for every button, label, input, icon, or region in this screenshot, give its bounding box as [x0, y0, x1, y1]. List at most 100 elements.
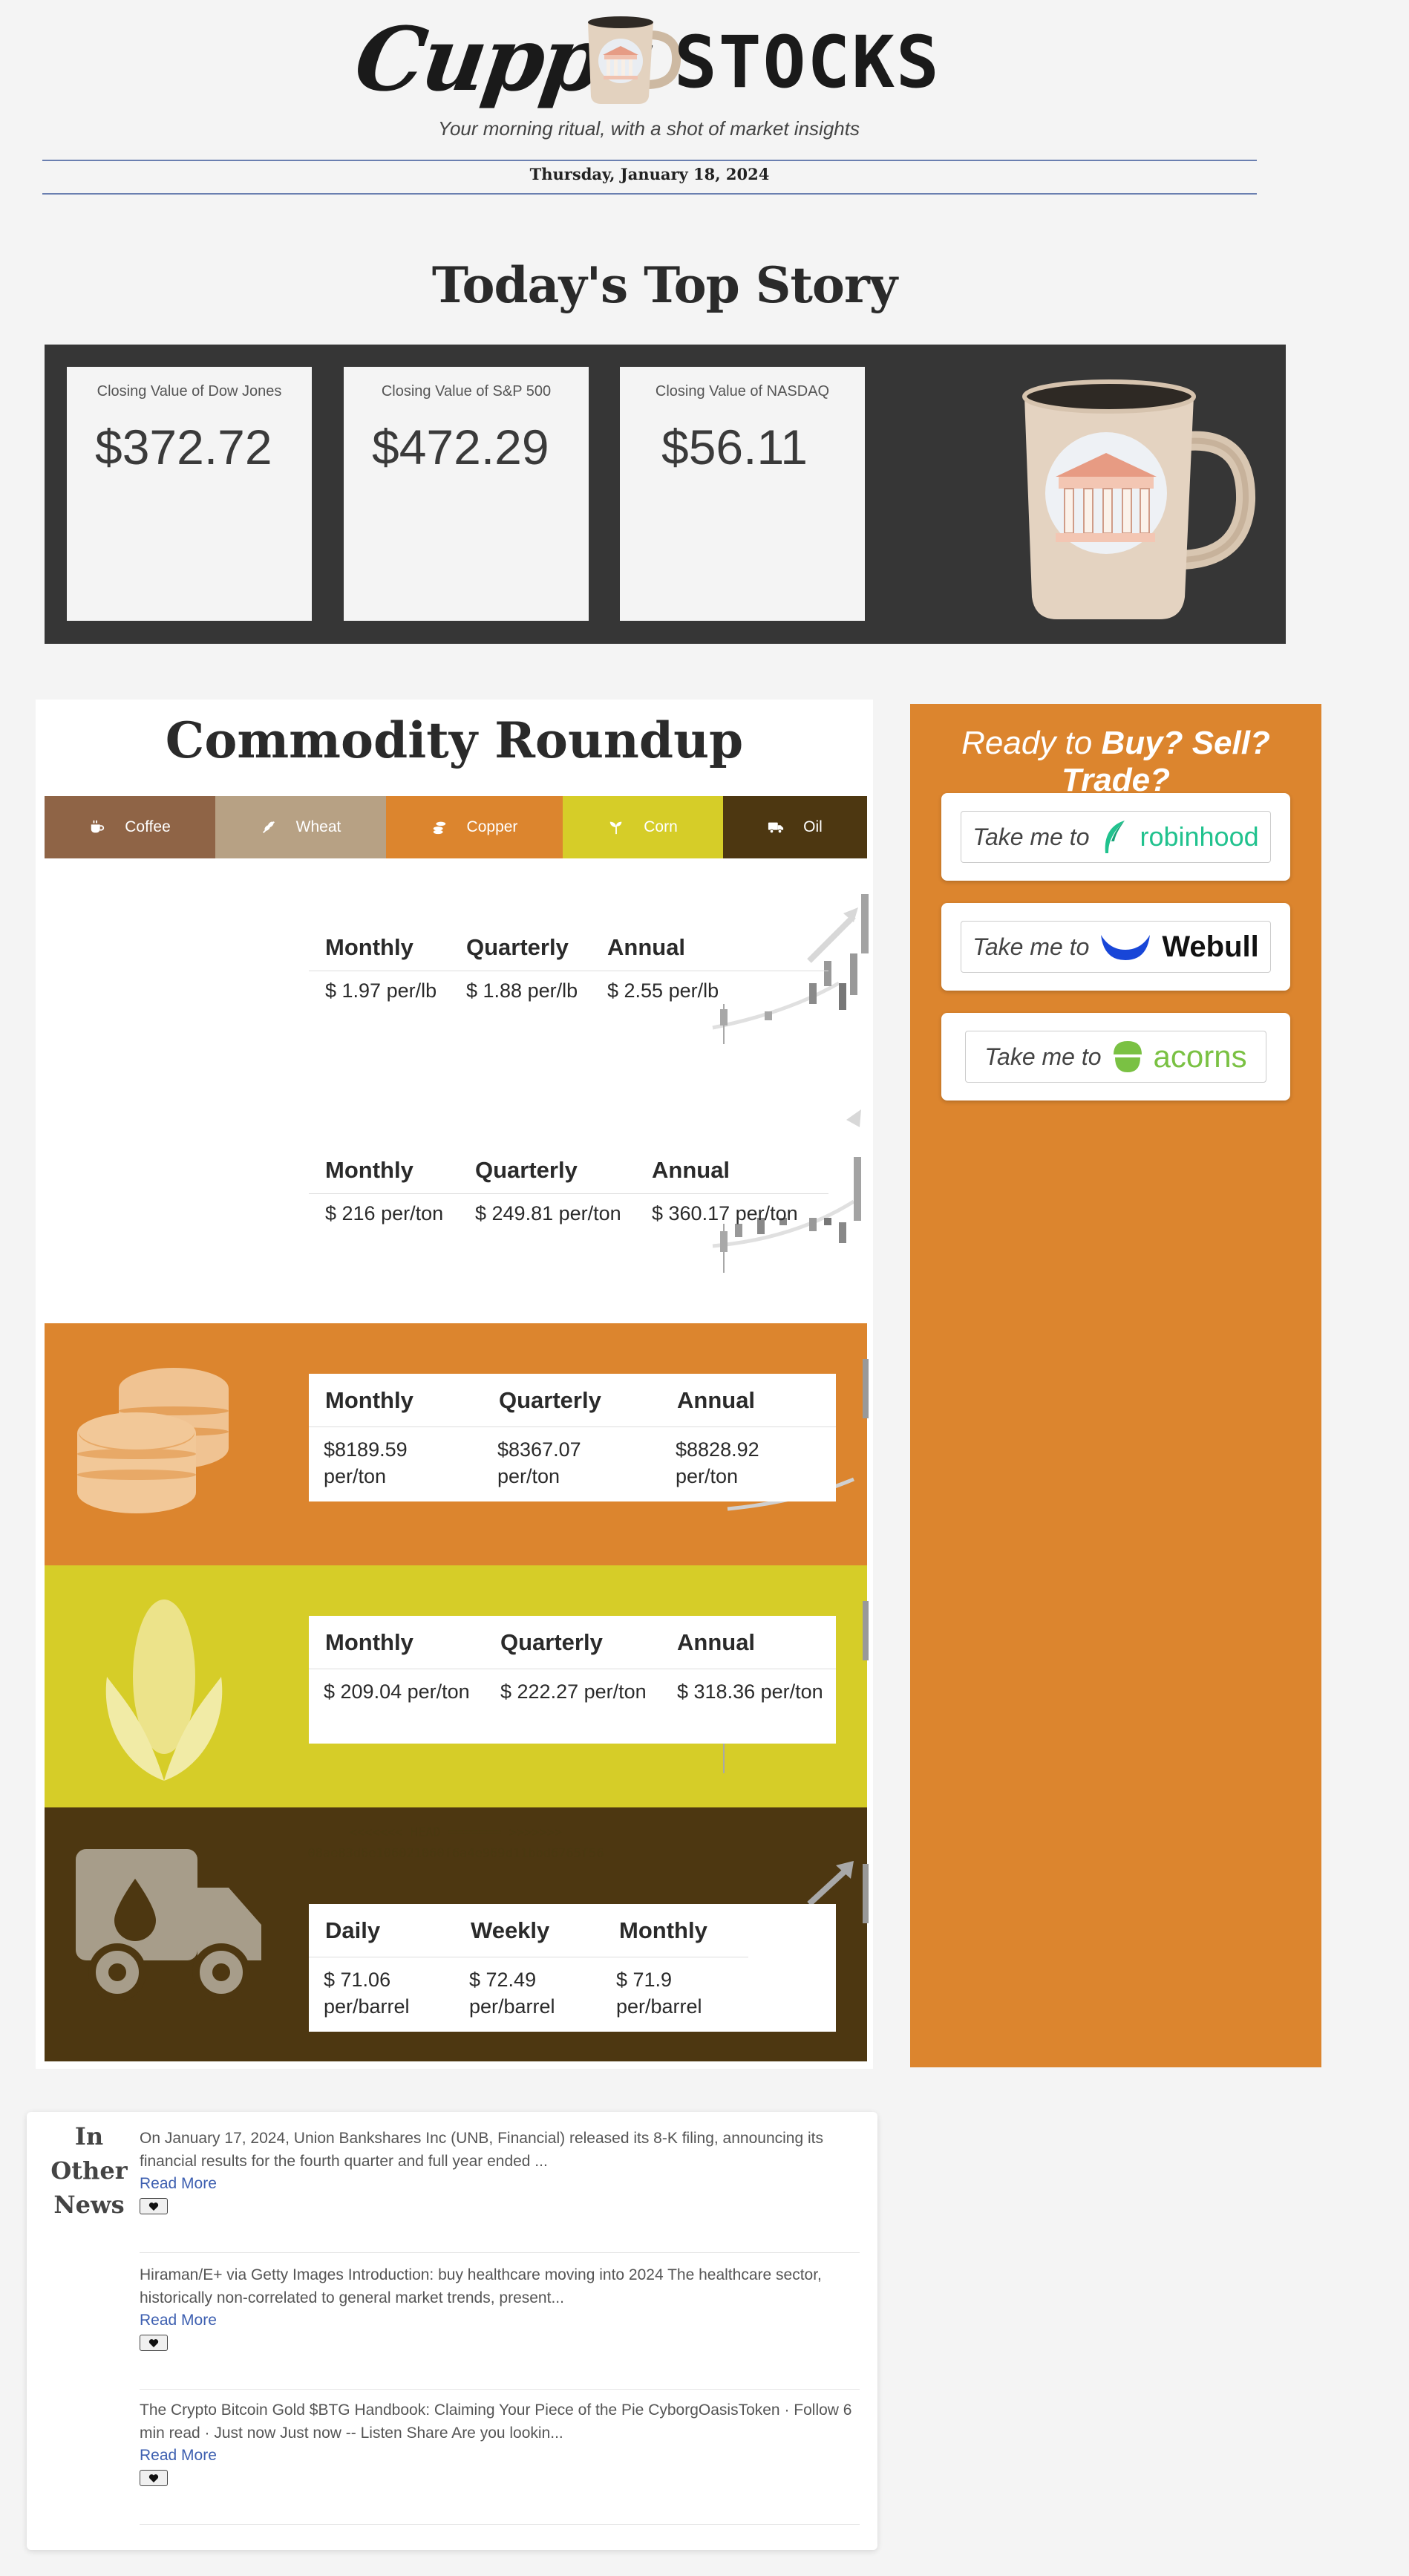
commodity-title: Commodity Roundup — [165, 711, 744, 769]
table-header: Monthly Quarterly Annual — [309, 922, 828, 971]
commodity-row-copper: Monthly Quarterly Annual $8189.59 per/to… — [45, 1323, 869, 1565]
tab-label: Coffee — [125, 818, 171, 835]
commodity-roundup-section: Commodity Roundup Coffee Wheat Copper Co… — [36, 700, 873, 2069]
col-monthly: Monthly — [325, 1387, 413, 1413]
oil-monthly-value: $ 71.9 per/barrel — [616, 1969, 702, 2018]
trade-panel: Ready to Buy? Sell? Trade? Take me to ro… — [910, 704, 1321, 2067]
index-label: Closing Value of Dow Jones — [97, 383, 282, 400]
robinhood-wordmark: robinhood — [1140, 821, 1259, 852]
corn-monthly-value: $ 209.04 per/ton — [324, 1680, 470, 1703]
oil-price-table: Daily Weekly Monthly $ 71.06 per/barrel … — [309, 1904, 836, 2032]
tab-label: Oil — [803, 818, 823, 835]
top-story-title: Today's Top Story — [431, 256, 898, 314]
read-more-link[interactable]: Read More — [140, 2173, 860, 2195]
take-me-label: Take me to — [972, 933, 1090, 960]
coffee-mug-image — [1022, 379, 1256, 619]
acorns-wordmark: acorns — [1153, 1039, 1247, 1074]
commodity-row-coffee: Monthly Quarterly Annual $ 1.97 per/lb $… — [45, 863, 869, 1086]
index-card-dow: Closing Value of Dow Jones $372.72 — [67, 367, 312, 621]
header-rule-bottom — [42, 193, 1257, 195]
read-more-link[interactable]: Read More — [140, 2445, 860, 2467]
col-monthly: Monthly — [325, 1629, 413, 1655]
corn-quarterly-value: $ 222.27 per/ton — [500, 1680, 647, 1703]
col-quarterly: Quarterly — [500, 1629, 603, 1655]
wheat-price-table: Monthly Quarterly Annual $ 216 per/ton $… — [309, 1145, 828, 1227]
tab-label: Wheat — [295, 818, 341, 835]
tab-corn[interactable]: Corn — [563, 796, 723, 858]
col-daily: Daily — [325, 1917, 381, 1943]
col-quarterly: Quarterly — [466, 934, 569, 960]
coins-icon — [433, 821, 445, 835]
acorns-button[interactable]: Take me to acorns — [965, 1031, 1266, 1083]
commodity-row-wheat: Monthly Quarterly Annual $ 216 per/ton $… — [45, 1086, 867, 1308]
broker-card-webull: Take me to Webull — [941, 903, 1290, 991]
tab-copper[interactable]: Copper — [386, 796, 563, 858]
trade-title: Ready to Buy? Sell? Trade? — [910, 725, 1321, 799]
index-label: Closing Value of NASDAQ — [655, 383, 830, 400]
site-logo[interactable]: Cuppa STOCKS — [349, 7, 950, 111]
header-date: Thursday, January 18, 2024 — [529, 165, 770, 183]
col-annual: Annual — [677, 1387, 756, 1413]
webull-wordmark: Webull — [1162, 930, 1259, 963]
truck-icon — [768, 822, 784, 834]
col-monthly: Monthly — [325, 1157, 413, 1183]
like-button[interactable] — [140, 2198, 168, 2214]
heart-icon — [148, 2202, 159, 2211]
coffee-annual-value: $ 2.55 per/lb — [607, 979, 719, 1002]
acorn-icon — [1113, 1041, 1142, 1072]
table-header: Monthly Quarterly Annual — [309, 1145, 828, 1194]
commodity-row-oil: <<<<<<< HEAD ======= >>>>>>> 08ae83d6e10… — [45, 1807, 869, 2061]
heart-icon — [148, 2474, 159, 2482]
read-more-link[interactable]: Read More — [140, 2309, 860, 2332]
logo-stocks-text: STOCKS — [674, 21, 941, 104]
heart-icon — [148, 2338, 159, 2347]
trade-title-pre: Ready to — [961, 725, 1102, 761]
table-header: Monthly Quarterly Annual — [309, 1374, 836, 1427]
index-value: $56.11 — [661, 420, 808, 475]
tab-coffee[interactable]: Coffee — [45, 796, 215, 858]
broker-card-robinhood: Take me to robinhood — [941, 793, 1290, 881]
merge-conflict-marker: <<<<<<< HEAD ======= >>>>>>> — [349, 1825, 563, 1840]
copper-monthly-value: $8189.59 per/ton — [324, 1438, 408, 1487]
other-news-section: In Other News On January 17, 2024, Union… — [27, 2112, 877, 2550]
take-me-label: Take me to — [984, 1043, 1102, 1070]
oil-truck-icon — [76, 1849, 261, 2001]
tab-wheat[interactable]: Wheat — [215, 796, 386, 858]
col-weekly: Weekly — [471, 1917, 550, 1943]
index-label: Closing Value of S&P 500 — [381, 383, 552, 400]
col-monthly: Monthly — [325, 934, 413, 960]
oil-daily-value: $ 71.06 per/barrel — [324, 1969, 410, 2018]
index-card-nasdaq: Closing Value of NASDAQ $56.11 — [620, 367, 865, 621]
col-quarterly: Quarterly — [475, 1157, 578, 1183]
table-header: Monthly Quarterly Annual — [309, 1616, 836, 1669]
index-value: $372.72 — [95, 420, 272, 475]
coffee-monthly-value: $ 1.97 per/lb — [325, 979, 437, 1002]
header-rule-top — [42, 160, 1257, 161]
col-quarterly: Quarterly — [499, 1387, 601, 1413]
webull-bull-icon — [1101, 935, 1151, 960]
corn-annual-value: $ 318.36 per/ton — [677, 1680, 823, 1703]
webull-button[interactable]: Take me to Webull — [961, 921, 1271, 973]
logo-mug-icon — [588, 16, 681, 104]
coins-icon — [77, 1368, 229, 1513]
corn-price-table: Monthly Quarterly Annual $ 209.04 per/to… — [309, 1616, 836, 1744]
col-annual: Annual — [677, 1629, 756, 1655]
robinhood-button[interactable]: Take me to robinhood — [961, 811, 1271, 863]
index-value: $472.29 — [372, 420, 549, 475]
col-monthly: Monthly — [619, 1917, 707, 1943]
tab-label: Corn — [644, 818, 678, 835]
tab-oil[interactable]: Oil — [723, 796, 867, 858]
col-annual: Annual — [652, 1157, 730, 1183]
copper-price-table: Monthly Quarterly Annual $8189.59 per/to… — [309, 1374, 836, 1501]
index-card-sp500: Closing Value of S&P 500 $472.29 — [344, 367, 589, 621]
news-summary: The Crypto Bitcoin Gold $BTG Handbook: C… — [140, 2401, 852, 2442]
broker-card-acorns: Take me to acorns — [941, 1013, 1290, 1100]
like-button[interactable] — [140, 2470, 168, 2486]
like-button[interactable] — [140, 2335, 168, 2351]
seedling-icon — [609, 821, 622, 835]
coffee-icon — [91, 820, 105, 833]
coffee-quarterly-value: $ 1.88 per/lb — [466, 979, 578, 1002]
tagline: Your morning ritual, with a shot of mark… — [438, 117, 860, 140]
copper-annual-value: $8828.92 per/ton — [676, 1438, 759, 1487]
col-annual: Annual — [607, 934, 686, 960]
